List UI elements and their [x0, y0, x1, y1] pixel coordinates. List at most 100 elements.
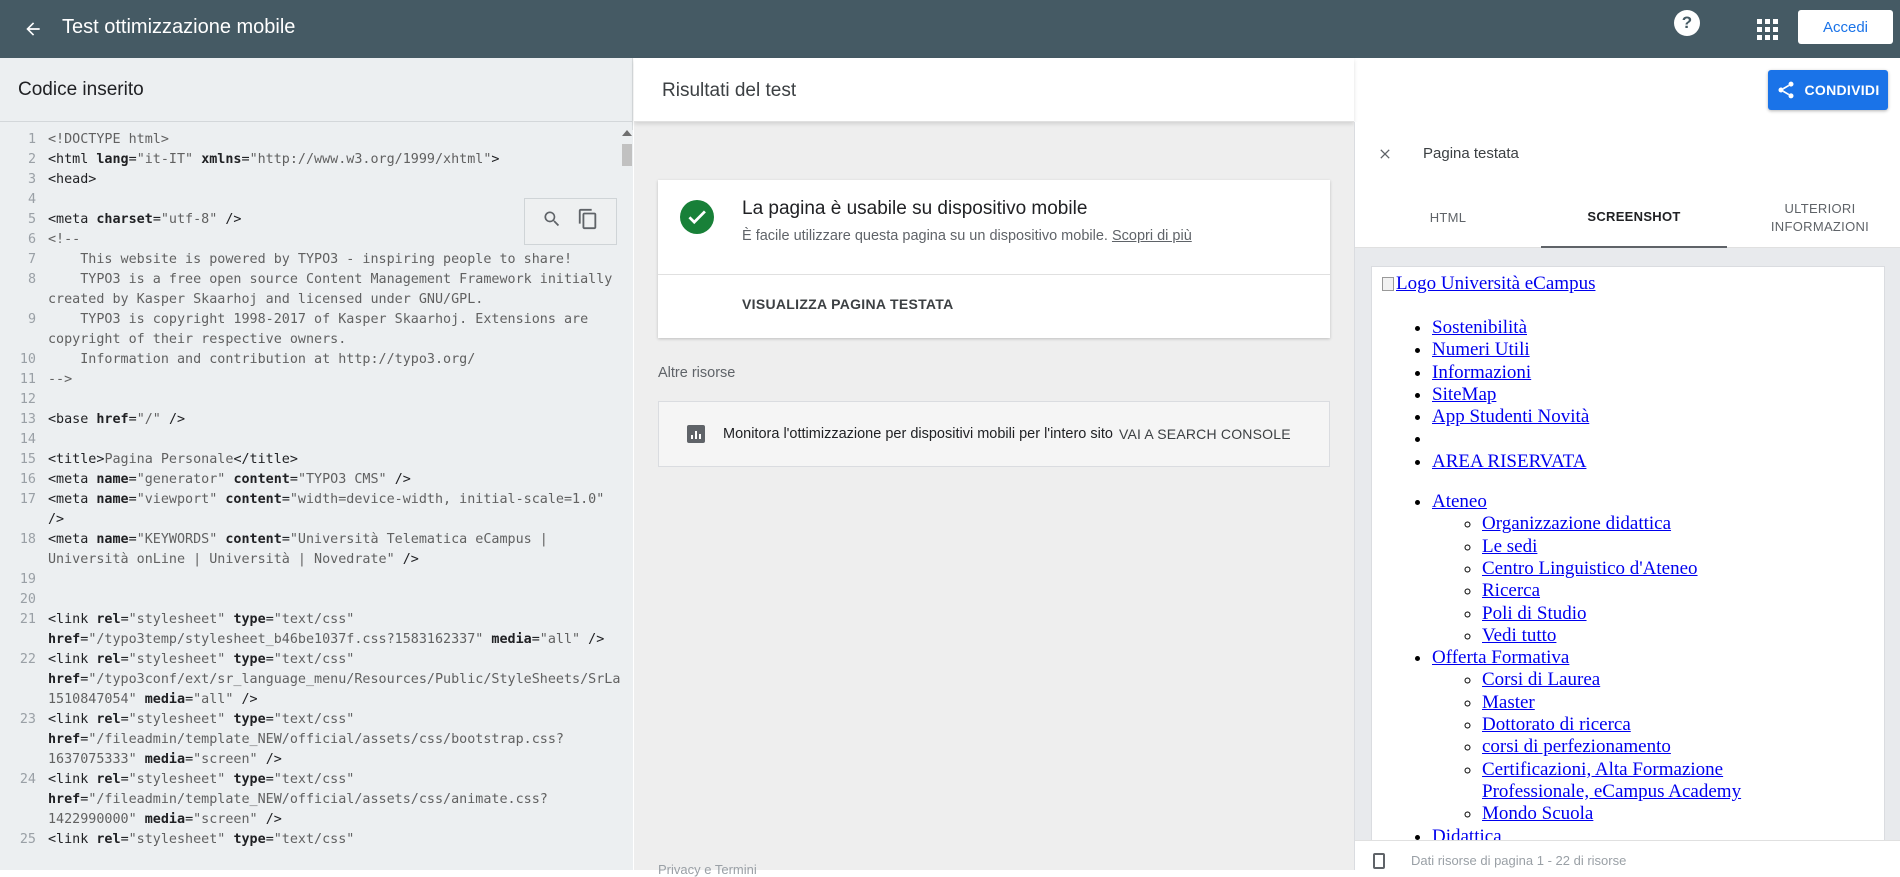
list-link[interactable]: corsi di perfezionamento — [1482, 736, 1671, 757]
line-number: 6 — [27, 232, 36, 247]
code-text: <link rel="stylesheet" type="text/css" h… — [48, 712, 564, 767]
code-text: <link rel="stylesheet" type="text/css" h… — [48, 772, 548, 827]
code-line: 16 <meta name="generator" content="TYPO3 … — [0, 470, 620, 490]
tested-page-title: Pagina testata — [1423, 145, 1519, 162]
list-link[interactable]: Dottorato di ricerca — [1482, 714, 1631, 735]
code-line: 7 This website is powered by TYPO3 - ins… — [0, 250, 620, 270]
code-line: 10 Information and contribution at http:… — [0, 350, 620, 370]
line-number: 19 — [19, 572, 36, 587]
list-item: Poli di Studio — [1482, 603, 1812, 625]
tab-screenshot[interactable]: SCREENSHOT — [1541, 188, 1727, 248]
list-link[interactable]: Numeri Utili — [1432, 339, 1530, 360]
code-line: 19 — [0, 570, 620, 590]
list-link[interactable]: Organizzazione didattica — [1482, 513, 1671, 534]
result-headline: La pagina è usabile su dispositivo mobil… — [742, 198, 1088, 219]
copy-icon[interactable] — [577, 208, 599, 235]
sub-list: Corsi di Laurea Master Dottorato di rice… — [1432, 669, 1812, 825]
back-arrow-icon[interactable] — [16, 12, 50, 46]
list-link[interactable]: Le sedi — [1482, 536, 1537, 557]
signin-button[interactable]: Accedi — [1798, 10, 1893, 44]
list-link[interactable]: Sostenibilità — [1432, 317, 1527, 338]
code-line: 3 <head> — [0, 170, 620, 190]
list-link[interactable]: Centro Linguistico d'Ateneo — [1482, 558, 1698, 579]
view-tested-page-button[interactable]: VISUALIZZA PAGINA TESTATA — [742, 296, 954, 312]
app-bar: Test ottimizzazione mobile ? Accedi — [0, 0, 1900, 58]
code-line: 22 <link rel="stylesheet" type="text/css"… — [0, 650, 620, 710]
list-link[interactable]: Offerta Formativa — [1432, 647, 1569, 668]
code-line: 11 --> — [0, 370, 620, 390]
list-link[interactable]: Mondo Scuola — [1482, 803, 1593, 824]
results-panel: Risultati del test La pagina è usabile s… — [634, 58, 1354, 877]
check-circle-icon — [680, 200, 714, 234]
line-number: 18 — [19, 532, 36, 547]
list-link[interactable]: SiteMap — [1432, 384, 1496, 405]
divider — [658, 274, 1330, 275]
search-icon[interactable] — [542, 209, 562, 234]
list-item: corsi di perfezionamento — [1482, 736, 1812, 758]
scrollbar-thumb[interactable] — [622, 144, 632, 166]
top-links-list: Sostenibilità Numeri Utili Informazioni … — [1432, 317, 1812, 840]
code-line: 24 <link rel="stylesheet" type="text/css"… — [0, 770, 620, 830]
code-line: 13 <base href="/" /> — [0, 410, 620, 430]
list-link[interactable]: Ateneo — [1432, 491, 1487, 512]
code-text: <!DOCTYPE html> — [48, 132, 169, 147]
site-logo-link[interactable]: Logo Università eCampus — [1382, 273, 1595, 295]
code-text: TYPO3 is a free open source Content Mana… — [48, 272, 620, 307]
resource-text: Monitora l'ottimizzazione per dispositiv… — [723, 426, 1113, 442]
result-subtitle: È facile utilizzare questa pagina su un … — [742, 228, 1192, 244]
line-number: 15 — [19, 452, 36, 467]
bar-chart-icon — [687, 425, 705, 443]
code-panel: Codice inserito 1 <!DOCTYPE html> 2 <html l… — [0, 58, 633, 870]
list-link[interactable]: Poli di Studio — [1482, 603, 1587, 624]
list-link[interactable]: AREA RISERVATA — [1432, 451, 1586, 472]
list-link[interactable]: App Studenti Novità — [1432, 406, 1589, 427]
list-item: Offerta Formativa Corsi di Laurea Master… — [1432, 647, 1812, 825]
line-number: 20 — [19, 592, 36, 607]
code-line: 18 <meta name="KEYWORDS" content="Univers… — [0, 530, 620, 570]
phone-icon — [1373, 853, 1385, 869]
list-link[interactable]: Informazioni — [1432, 362, 1531, 383]
tab-html[interactable]: HTML — [1355, 188, 1541, 248]
line-number: 7 — [27, 252, 36, 267]
list-item: AREA RISERVATA — [1432, 451, 1812, 473]
line-number: 14 — [19, 432, 36, 447]
code-text: <title>Pagina Personale</title> — [48, 452, 298, 467]
code-text: <head> — [48, 172, 97, 187]
list-gap — [1432, 473, 1812, 491]
line-number: 8 — [27, 272, 36, 287]
resources-bar[interactable]: Dati risorse di pagina 1 - 22 di risorse — [1355, 840, 1900, 870]
results-title: Risultati del test — [662, 80, 797, 101]
list-link[interactable]: Master — [1482, 692, 1535, 713]
code-scrollbar[interactable] — [620, 130, 633, 870]
resources-text: Dati risorse di pagina 1 - 22 di risorse — [1411, 853, 1627, 868]
tab-more-info[interactable]: ULTERIORI INFORMAZIONI — [1727, 188, 1900, 248]
code-line: 8 TYPO3 is a free open source Content Ma… — [0, 270, 620, 310]
line-number: 21 — [19, 612, 36, 627]
site-logo-alt: Logo Università eCampus — [1396, 273, 1596, 294]
list-item: Centro Linguistico d'Ateneo — [1482, 558, 1812, 580]
code-text: <meta name="viewport" content="width=dev… — [48, 492, 605, 527]
list-link[interactable]: Corsi di Laurea — [1482, 669, 1600, 690]
learn-more-link[interactable]: Scopri di più — [1112, 228, 1192, 244]
help-icon[interactable]: ? — [1674, 10, 1700, 36]
code-line: 1 <!DOCTYPE html> — [0, 130, 620, 150]
apps-grid-icon[interactable] — [1752, 14, 1782, 44]
list-link[interactable]: Didattica — [1432, 826, 1502, 840]
line-number: 24 — [19, 772, 36, 787]
share-button[interactable]: CONDIVIDI — [1768, 70, 1888, 110]
code-text: TYPO3 is copyright 1998-2017 of Kasper S… — [48, 312, 597, 347]
search-console-link[interactable]: VAI A SEARCH CONSOLE — [1119, 426, 1291, 442]
list-link[interactable]: Ricerca — [1482, 580, 1540, 601]
line-number: 23 — [19, 712, 36, 727]
line-number: 16 — [19, 472, 36, 487]
list-link[interactable]: Certificazioni, Alta Formazione Professi… — [1482, 759, 1741, 802]
page-screenshot-area[interactable]: Logo Università eCampus Sostenibilità Nu… — [1355, 248, 1900, 840]
list-link[interactable]: Vedi tutto — [1482, 625, 1556, 646]
close-icon[interactable] — [1373, 142, 1397, 166]
scroll-up-arrow-icon[interactable] — [622, 130, 632, 136]
list-item: Corsi di Laurea — [1482, 669, 1812, 691]
